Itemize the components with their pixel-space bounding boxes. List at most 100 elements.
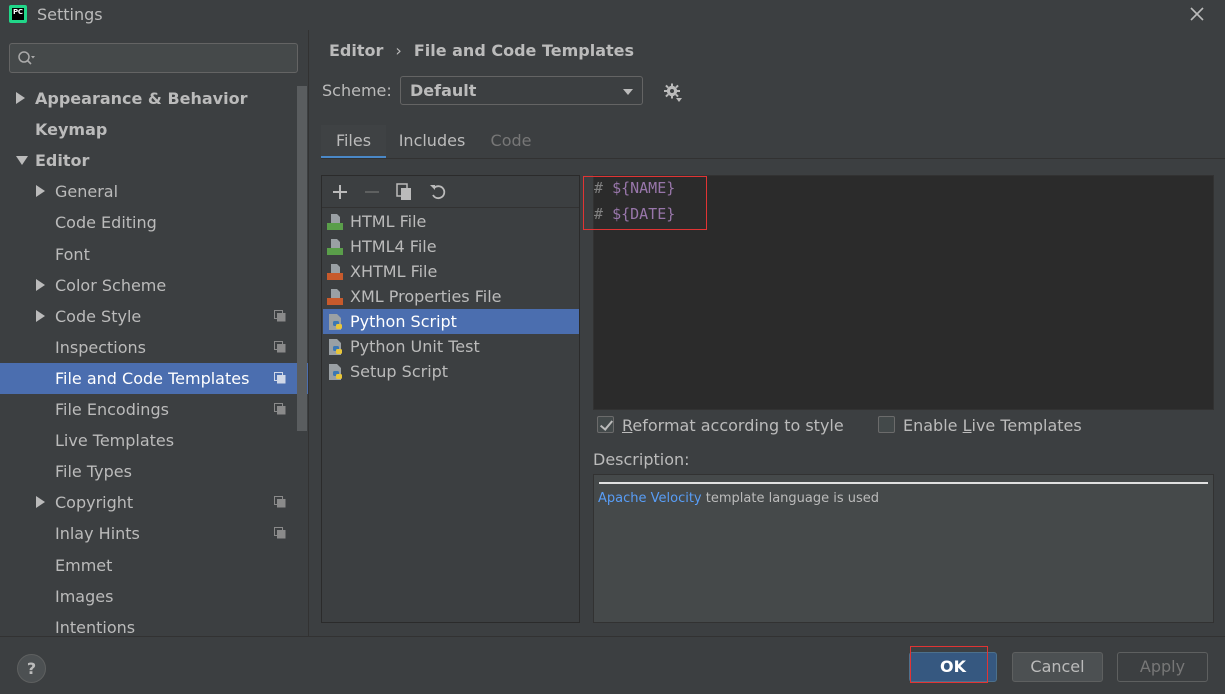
template-list-item[interactable]: HTML File — [323, 209, 579, 234]
sidebar-item-label: Appearance & Behavior — [35, 89, 248, 108]
project-scope-icon — [274, 403, 286, 415]
sidebar-item-label: Code Style — [55, 307, 142, 326]
template-name: HTML4 File — [350, 237, 437, 256]
sidebar-item-images[interactable]: Images — [0, 581, 308, 612]
template-name: XML Properties File — [350, 287, 502, 306]
reset-icon[interactable] — [428, 182, 448, 202]
project-scope-icon — [274, 496, 286, 508]
tab-includes[interactable]: Includes — [391, 125, 473, 159]
template-list-item[interactable]: Python Unit Test — [323, 334, 579, 359]
template-list-item[interactable]: HTML4 File — [323, 234, 579, 259]
list-toolbar — [322, 176, 579, 208]
sidebar-item-label: File Encodings — [55, 400, 169, 419]
scheme-dropdown[interactable]: Default — [400, 76, 643, 105]
sidebar-item-label: File and Code Templates — [55, 369, 250, 388]
live-templates-label[interactable]: Enable Live Templates — [903, 416, 1082, 435]
sidebar-item-label: Font — [55, 245, 90, 264]
template-name: Python Script — [350, 312, 457, 331]
settings-sidebar: Appearance & Behavior Keymap Editor General… — [0, 30, 308, 636]
sidebar-item-appearance-behavior[interactable]: Appearance & Behavior — [0, 83, 308, 114]
template-list-item[interactable]: XML Properties File — [323, 284, 579, 309]
xml-file-icon — [327, 289, 343, 305]
search-icon — [18, 51, 35, 65]
sidebar-item-intentions[interactable]: Intentions — [0, 612, 308, 636]
sidebar-item-inlay-hints[interactable]: Inlay Hints — [0, 518, 308, 549]
html-file-icon — [327, 239, 343, 255]
breadcrumb: Editor › File and Code Templates — [329, 41, 634, 60]
annotation-highlight-code — [583, 176, 707, 230]
chevron-right-icon[interactable] — [36, 310, 45, 322]
sidebar-item-label: Code Editing — [55, 213, 157, 232]
gear-icon[interactable] — [663, 83, 683, 103]
sidebar-item-label: Editor — [35, 151, 90, 170]
description-rule — [599, 482, 1208, 484]
sidebar-item-label: Inlay Hints — [55, 524, 140, 543]
project-scope-icon — [274, 372, 286, 384]
project-scope-icon — [274, 527, 286, 539]
apply-button: Apply — [1117, 652, 1208, 682]
tab-code: Code — [490, 131, 532, 150]
description-label: Description: — [593, 450, 690, 469]
sidebar-divider — [308, 30, 309, 636]
sidebar-item-label: File Types — [55, 462, 132, 481]
apache-velocity-link[interactable]: Apache Velocity — [598, 491, 702, 506]
project-scope-icon — [274, 341, 286, 353]
sidebar-item-label: Intentions — [55, 618, 136, 636]
sidebar-item-file-encodings[interactable]: File Encodings — [0, 394, 308, 425]
sidebar-item-emmet[interactable]: Emmet — [0, 550, 308, 581]
sidebar-item-inspections[interactable]: Inspections — [0, 332, 308, 363]
close-icon[interactable] — [1188, 5, 1206, 23]
dialog-button-bar: ? OK Cancel Apply — [0, 636, 1225, 694]
sidebar-item-file-types[interactable]: File Types — [0, 456, 308, 487]
live-templates-checkbox[interactable] — [878, 416, 895, 433]
remove-icon — [365, 191, 379, 193]
python-file-icon — [329, 314, 342, 330]
sidebar-scrollbar[interactable] — [297, 86, 307, 431]
chevron-right-icon[interactable] — [36, 185, 45, 197]
title-bar: PC Settings — [0, 0, 1225, 30]
description-panel: Apache Velocity template language is use… — [593, 474, 1214, 623]
tabs-divider — [321, 158, 1225, 159]
template-name: HTML File — [350, 212, 427, 231]
sidebar-item-label: Keymap — [35, 120, 108, 139]
window-title: Settings — [37, 5, 103, 24]
sidebar-item-general[interactable]: General — [0, 176, 308, 207]
add-icon[interactable] — [330, 182, 350, 202]
sidebar-item-font[interactable]: Font — [0, 239, 308, 270]
chevron-down-icon[interactable] — [16, 156, 28, 165]
chevron-right-icon[interactable] — [16, 92, 25, 104]
python-file-icon — [329, 339, 342, 355]
breadcrumb-separator: › — [395, 41, 402, 60]
chevron-right-icon[interactable] — [36, 279, 45, 291]
sidebar-item-editor[interactable]: Editor — [0, 145, 308, 176]
chevron-right-icon[interactable] — [36, 496, 45, 508]
breadcrumb-current: File and Code Templates — [413, 41, 635, 60]
html-file-icon — [327, 214, 343, 230]
template-list-item[interactable]: XHTML File — [323, 259, 579, 284]
sidebar-item-code-editing[interactable]: Code Editing — [0, 207, 308, 238]
template-list-item[interactable]: Setup Script — [323, 359, 579, 384]
sidebar-item-color-scheme[interactable]: Color Scheme — [0, 270, 308, 301]
sidebar-item-live-templates[interactable]: Live Templates — [0, 425, 308, 456]
sidebar-item-copyright[interactable]: Copyright — [0, 487, 308, 518]
sidebar-item-label: Copyright — [55, 493, 134, 512]
scheme-value: Default — [410, 81, 477, 100]
sidebar-item-label: General — [55, 182, 119, 201]
reformat-label[interactable]: Reformat according to style — [622, 416, 844, 435]
pycharm-logo-icon: PC — [9, 5, 27, 23]
xhtml-file-icon — [327, 264, 343, 280]
template-name: Setup Script — [350, 362, 449, 381]
sidebar-item-label: Live Templates — [55, 431, 175, 450]
cancel-button[interactable]: Cancel — [1012, 652, 1103, 682]
sidebar-item-file-and-code-templates[interactable]: File and Code Templates — [0, 363, 308, 394]
reformat-checkbox[interactable] — [597, 416, 614, 433]
sidebar-item-keymap[interactable]: Keymap — [0, 114, 308, 145]
copy-icon[interactable] — [394, 182, 414, 202]
settings-search-input[interactable] — [9, 43, 298, 73]
help-button[interactable]: ? — [17, 654, 46, 683]
template-list-item[interactable]: Python Script — [323, 309, 579, 334]
tab-files[interactable]: Files — [321, 125, 386, 159]
sidebar-item-code-style[interactable]: Code Style — [0, 301, 308, 332]
sidebar-item-label: Emmet — [55, 556, 113, 575]
breadcrumb-parent[interactable]: Editor — [329, 41, 383, 60]
